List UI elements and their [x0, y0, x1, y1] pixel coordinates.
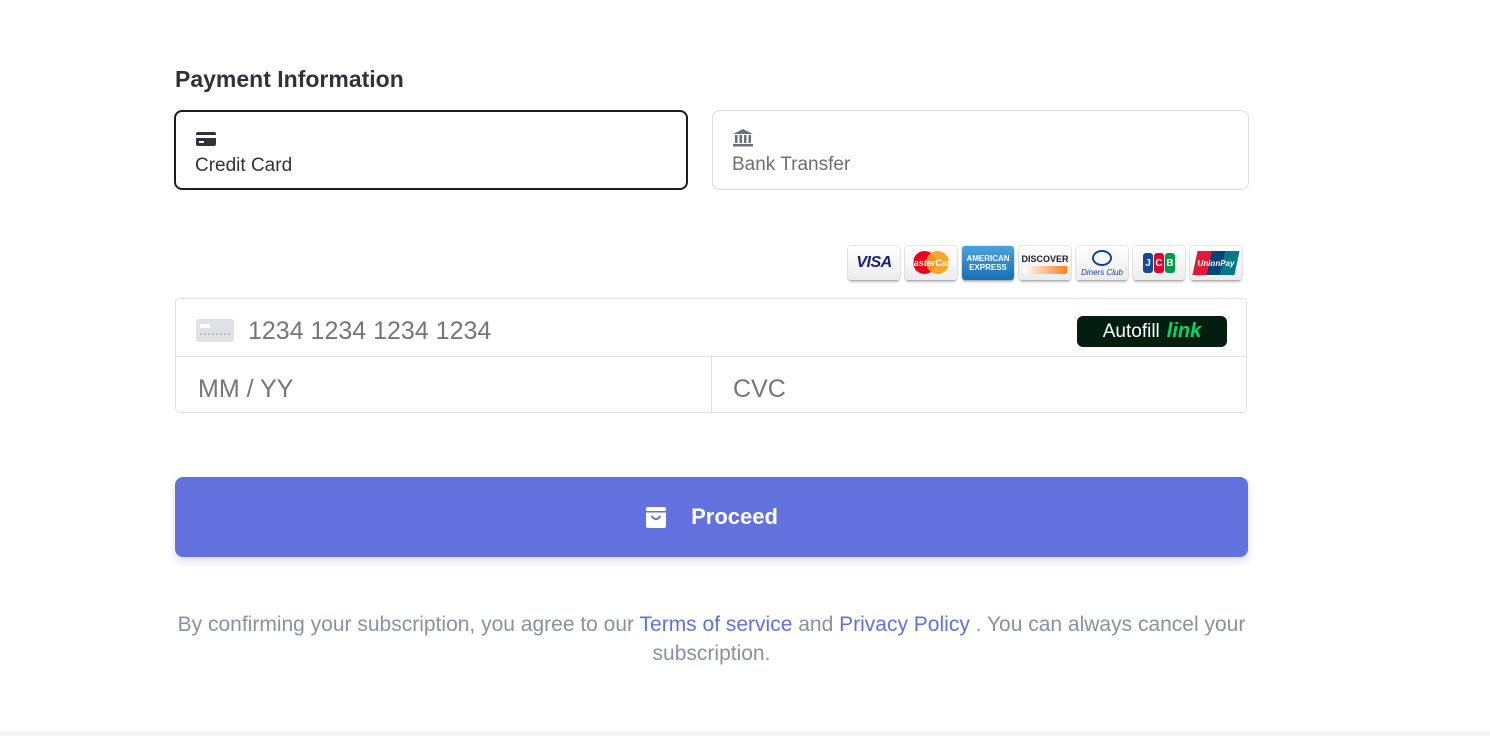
- credit-card-icon: [196, 132, 216, 146]
- payment-method-label: Credit Card: [195, 155, 293, 176]
- autofill-label: Autofill: [1102, 320, 1160, 342]
- card-number-input[interactable]: [246, 313, 1050, 349]
- payment-method-credit-card[interactable]: Credit Card: [174, 110, 688, 190]
- shopping-bag-icon: [646, 507, 667, 528]
- visa-icon: VISA: [848, 246, 900, 280]
- footer-strip: [0, 731, 1490, 736]
- payment-heading: Payment Information: [175, 66, 404, 92]
- card-brand-logos: VISA MasterCard AMERICAN EXPRESS DISCOVE…: [848, 246, 1242, 280]
- card-placeholder-icon: [196, 319, 234, 342]
- proceed-label: Proceed: [691, 504, 778, 529]
- terms-of-service-link[interactable]: Terms of service: [640, 613, 793, 636]
- field-divider: [711, 356, 712, 413]
- link-logo: link: [1166, 320, 1202, 342]
- expiry-input[interactable]: [196, 371, 700, 407]
- payment-method-label: Bank Transfer: [732, 154, 851, 175]
- card-number-row: Autofill link: [176, 299, 1246, 357]
- payment-method-bank-transfer[interactable]: Bank Transfer: [712, 110, 1249, 190]
- mastercard-icon: MasterCard: [905, 246, 957, 280]
- cvc-input[interactable]: [731, 371, 1215, 407]
- card-details-form: Autofill link: [175, 298, 1247, 413]
- proceed-button[interactable]: Proceed: [175, 477, 1248, 557]
- discover-icon: DISCOVER: [1019, 246, 1071, 280]
- jcb-icon: JCB: [1133, 246, 1185, 280]
- unionpay-icon: UnionPay: [1190, 246, 1242, 280]
- legal-notice: By confirming your subscription, you agr…: [177, 613, 1246, 665]
- bank-icon: [733, 129, 753, 147]
- diners-club-icon: Diners Club: [1076, 246, 1128, 280]
- privacy-policy-link[interactable]: Privacy Policy: [839, 613, 970, 636]
- amex-icon: AMERICAN EXPRESS: [962, 246, 1014, 280]
- autofill-link-button[interactable]: Autofill link: [1077, 316, 1227, 347]
